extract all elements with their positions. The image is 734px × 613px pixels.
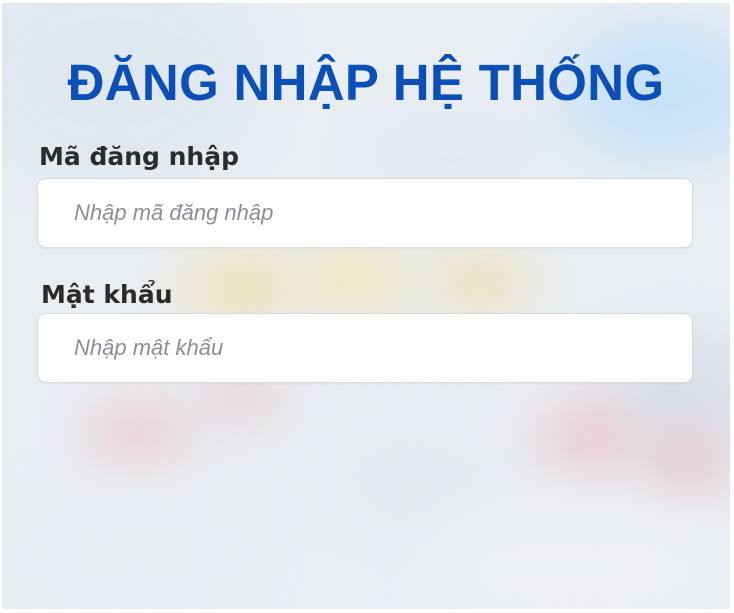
username-label: Mã đăng nhập xyxy=(39,142,239,171)
password-label: Mật khẩu xyxy=(41,280,173,309)
login-panel: ĐĂNG NHẬP HỆ THỐNG Mã đăng nhập Mật khẩu xyxy=(2,3,730,609)
password-input[interactable] xyxy=(37,313,693,383)
page-title: ĐĂNG NHẬP HỆ THỐNG xyxy=(67,54,665,111)
username-input[interactable] xyxy=(37,178,693,248)
